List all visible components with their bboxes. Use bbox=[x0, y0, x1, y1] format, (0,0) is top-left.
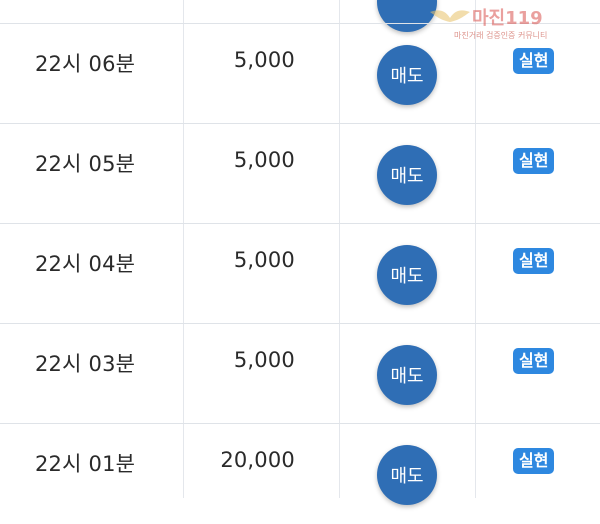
trade-history-table: 22시 06분 5,000 매도 실현 22시 05분 5,000 매도 실현 … bbox=[0, 0, 600, 505]
watermark-title: 마진119 bbox=[472, 8, 543, 29]
trade-time: 22시 03분 bbox=[35, 352, 136, 376]
sell-button[interactable]: 매도 bbox=[377, 245, 437, 305]
time-cell: 22시 05분 bbox=[0, 124, 183, 224]
action-cell: 매도 bbox=[339, 324, 475, 424]
wings-icon bbox=[430, 10, 470, 22]
trade-amount: 5,000 bbox=[233, 48, 295, 72]
trade-amount: 20,000 bbox=[220, 448, 295, 472]
result-badge: 실현 bbox=[513, 148, 555, 174]
trade-time: 22시 06분 bbox=[35, 52, 136, 76]
trade-time: 22시 04분 bbox=[35, 252, 136, 276]
time-cell: 22시 03분 bbox=[0, 324, 183, 424]
result-cell: 실현 bbox=[475, 324, 600, 424]
table-row: 22시 05분 5,000 매도 실현 bbox=[0, 123, 600, 224]
time-cell: 22시 04분 bbox=[0, 224, 183, 324]
result-cell: 실현 bbox=[475, 124, 600, 224]
trade-amount: 5,000 bbox=[233, 148, 295, 172]
result-badge: 실현 bbox=[513, 348, 555, 374]
trade-time: 22시 01분 bbox=[35, 452, 136, 476]
time-cell: 22시 06분 bbox=[0, 24, 183, 124]
sell-button[interactable]: 매도 bbox=[377, 445, 437, 505]
amount-cell: 5,000 bbox=[183, 24, 339, 124]
trade-time: 22시 05분 bbox=[35, 152, 136, 176]
trade-amount: 5,000 bbox=[233, 248, 295, 272]
trade-amount: 5,000 bbox=[233, 348, 295, 372]
action-cell: 매도 bbox=[339, 224, 475, 324]
sell-button[interactable]: 매도 bbox=[377, 345, 437, 405]
result-badge: 실현 bbox=[513, 248, 555, 274]
result-badge: 실현 bbox=[513, 448, 555, 474]
result-cell: 실현 bbox=[475, 224, 600, 324]
amount-cell: 20,000 bbox=[183, 424, 339, 524]
table-row: 22시 04분 5,000 매도 실현 bbox=[0, 223, 600, 324]
table-row: 22시 03분 5,000 매도 실현 bbox=[0, 323, 600, 424]
action-cell: 매도 bbox=[339, 124, 475, 224]
result-badge: 실현 bbox=[513, 48, 555, 74]
time-cell: 22시 01분 bbox=[0, 424, 183, 524]
amount-cell: 5,000 bbox=[183, 124, 339, 224]
table-row: 22시 01분 20,000 매도 실현 bbox=[0, 423, 600, 524]
watermark-logo: 마진119 마진거래 검증인증 커뮤니티 bbox=[430, 4, 582, 46]
action-cell: 매도 bbox=[339, 424, 475, 524]
sell-button[interactable]: 매도 bbox=[377, 45, 437, 105]
watermark-subtitle: 마진거래 검증인증 커뮤니티 bbox=[454, 31, 548, 40]
sell-button[interactable]: 매도 bbox=[377, 145, 437, 205]
amount-cell: 5,000 bbox=[183, 324, 339, 424]
result-cell: 실현 bbox=[475, 424, 600, 524]
amount-cell: 5,000 bbox=[183, 224, 339, 324]
